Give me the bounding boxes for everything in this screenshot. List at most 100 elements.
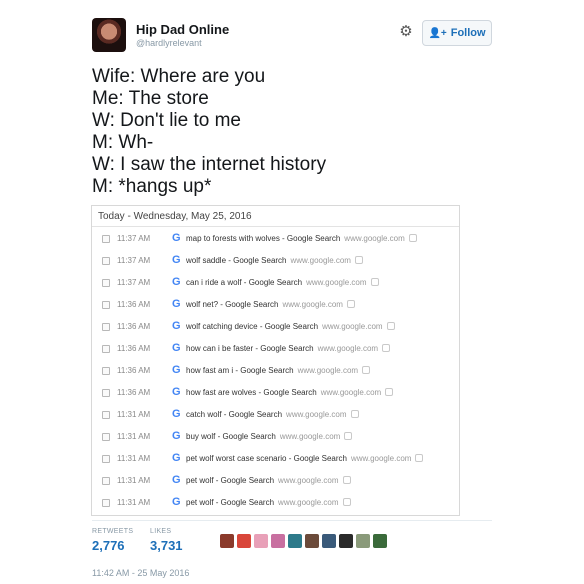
history-query[interactable]: pet wolf - Google Search www.google.com [186,498,351,507]
history-row[interactable]: 11:31 AM Gcatch wolf - Google Search www.g… [92,404,459,426]
history-query[interactable]: wolf net? - Google Search www.google.com [186,300,355,309]
history-row[interactable]: 11:36 AM Gwolf catching device - Google S… [92,316,459,338]
more-options-icon[interactable] [382,344,391,352]
liker-avatars [220,534,387,550]
history-query[interactable]: pet wolf worst case scenario - Google Se… [186,454,424,463]
liker-avatar[interactable] [339,534,353,548]
history-query[interactable]: how can i be faster - Google Search www.g… [186,344,391,353]
more-options-icon[interactable] [415,454,424,462]
query-title[interactable]: pet wolf - Google Search [186,476,274,485]
likes-count[interactable]: 3,731 [150,538,183,553]
browser-history-image[interactable]: Today - Wednesday, May 25, 2016 11:37 AM… [91,205,460,516]
history-query[interactable]: how fast am i - Google Search www.google.… [186,366,371,375]
more-options-icon[interactable] [346,300,355,308]
query-title[interactable]: wolf net? - Google Search [186,300,279,309]
history-time: 11:36 AM [117,366,151,375]
query-title[interactable]: pet wolf worst case scenario - Google Se… [186,454,347,463]
more-options-icon[interactable] [385,388,394,396]
history-row[interactable]: 11:31 AM Gpet wolf worst case scenario - … [92,448,459,470]
liker-avatar[interactable] [271,534,285,548]
liker-avatar[interactable] [322,534,336,548]
more-options-icon[interactable] [386,322,395,330]
liker-avatar[interactable] [373,534,387,548]
more-options-icon[interactable] [408,234,417,242]
google-icon: G [172,496,181,508]
history-query[interactable]: pet wolf - Google Search www.google.com [186,476,351,485]
history-row[interactable]: 11:31 AM Gpet wolf - Google Search www.goo… [92,470,459,492]
add-user-icon: 👤+ [428,27,447,39]
history-row[interactable]: 11:36 AM Ghow fast am i - Google Search ww… [92,360,459,382]
liker-avatar[interactable] [237,534,251,548]
query-title[interactable]: wolf saddle - Google Search [186,256,287,265]
query-domain: www.google.com [279,432,341,441]
liker-avatar[interactable] [288,534,302,548]
google-icon: G [172,408,181,420]
query-domain: www.google.com [286,410,347,419]
row-checkbox[interactable] [102,367,110,375]
google-icon: G [172,320,181,332]
tweet-stats: RETWEETS 2,776 LIKES 3,731 [92,528,492,558]
row-checkbox[interactable] [102,345,110,353]
query-title[interactable]: map to forests with wolves - Google Sear… [186,234,340,243]
row-checkbox[interactable] [102,235,110,243]
avatar[interactable] [92,18,126,52]
more-options-icon[interactable] [350,410,359,418]
google-icon: G [172,232,181,244]
follow-button[interactable]: 👤+ Follow [422,20,492,46]
tweet-timestamp[interactable]: 11:42 AM - 25 May 2016 [92,568,189,578]
liker-avatar[interactable] [356,534,370,548]
retweets-label: RETWEETS [92,528,134,535]
history-row[interactable]: 11:37 AM Gmap to forests with wolves - Go… [92,228,459,250]
query-title[interactable]: how fast am i - Google Search [186,366,294,375]
more-options-icon[interactable] [342,498,351,506]
history-row[interactable]: 11:36 AM Gwolf net? - Google Search www.go… [92,294,459,316]
query-domain: www.google.com [306,278,367,287]
query-title[interactable]: buy wolf - Google Search [186,432,276,441]
likes-label: LIKES [150,528,172,535]
history-time: 11:31 AM [117,498,151,507]
row-checkbox[interactable] [102,411,110,419]
google-icon: G [172,364,181,376]
row-checkbox[interactable] [102,389,110,397]
liker-avatar[interactable] [305,534,319,548]
history-row[interactable]: 11:36 AM Ghow fast are wolves - Google Se… [92,382,459,404]
history-row[interactable]: 11:31 AM Gpet wolf - Google Search www.goo… [92,492,459,514]
history-query[interactable]: buy wolf - Google Search www.google.com [186,432,353,441]
row-checkbox[interactable] [102,455,110,463]
more-options-icon[interactable] [342,476,351,484]
more-options-icon[interactable] [370,278,379,286]
query-title[interactable]: wolf catching device - Google Search [186,322,318,331]
row-checkbox[interactable] [102,323,110,331]
gear-icon[interactable]: ⚙ [398,24,414,40]
retweets-count[interactable]: 2,776 [92,538,125,553]
row-checkbox[interactable] [102,477,110,485]
query-title[interactable]: how can i be faster - Google Search [186,344,314,353]
history-query[interactable]: map to forests with wolves - Google Sear… [186,234,417,243]
author-handle[interactable]: @hardlyrelevant [136,38,202,48]
history-row[interactable]: 11:37 AM Gcan i ride a wolf - Google Sear… [92,272,459,294]
row-checkbox[interactable] [102,499,110,507]
history-query[interactable]: can i ride a wolf - Google Search www.goo… [186,278,379,287]
history-row[interactable]: 11:31 AM Gbuy wolf - Google Search www.goo… [92,426,459,448]
history-row[interactable]: 11:36 AM Ghow can i be faster - Google Se… [92,338,459,360]
more-options-icon[interactable] [344,432,353,440]
more-options-icon[interactable] [362,366,371,374]
history-query[interactable]: wolf catching device - Google Search www.… [186,322,395,331]
query-title[interactable]: pet wolf - Google Search [186,498,274,507]
divider [92,520,492,521]
history-query[interactable]: catch wolf - Google Search www.google.com [186,410,359,419]
row-checkbox[interactable] [102,257,110,265]
query-title[interactable]: catch wolf - Google Search [186,410,282,419]
query-title[interactable]: can i ride a wolf - Google Search [186,278,302,287]
liker-avatar[interactable] [220,534,234,548]
row-checkbox[interactable] [102,433,110,441]
history-query[interactable]: wolf saddle - Google Search www.google.co… [186,256,363,265]
more-options-icon[interactable] [354,256,363,264]
row-checkbox[interactable] [102,301,110,309]
row-checkbox[interactable] [102,279,110,287]
author-name[interactable]: Hip Dad Online [136,22,229,37]
liker-avatar[interactable] [254,534,268,548]
history-row[interactable]: 11:37 AM Gwolf saddle - Google Search www.… [92,250,459,272]
query-title[interactable]: how fast are wolves - Google Search [186,388,317,397]
history-query[interactable]: how fast are wolves - Google Search www.g… [186,388,394,397]
